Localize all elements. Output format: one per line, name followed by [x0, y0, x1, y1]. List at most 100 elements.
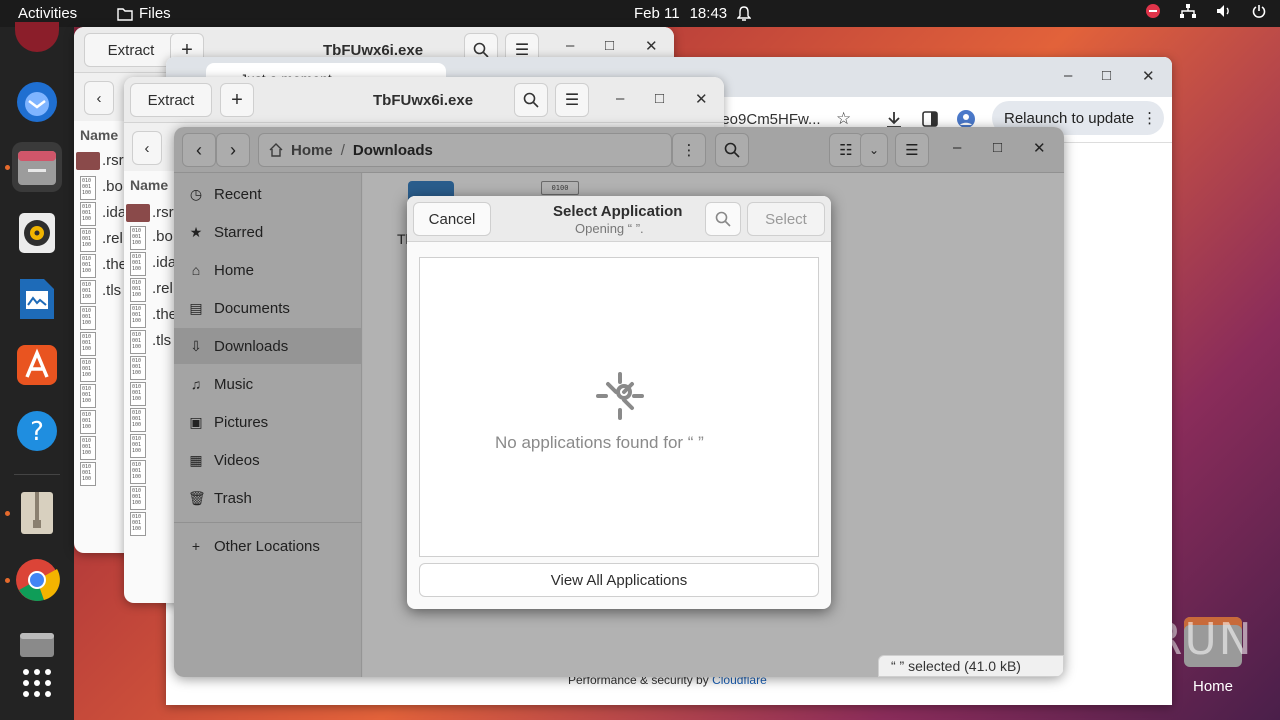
dock-app-center[interactable] [12, 340, 62, 390]
more-vertical-icon: ⋮ [1142, 110, 1158, 127]
search-icon [473, 42, 489, 58]
application-list[interactable]: No applications found for “ ” [419, 257, 819, 557]
back-button[interactable]: ‹ [84, 81, 114, 115]
dock-help[interactable]: ? [12, 406, 62, 456]
minimize-button[interactable]: – [616, 90, 624, 107]
maximize-button[interactable]: □ [605, 37, 614, 54]
binary-file-icon: 010 001 100 [80, 436, 96, 460]
search-button[interactable] [705, 202, 741, 236]
volume-icon [1217, 5, 1229, 17]
system-tray[interactable] [1146, 4, 1266, 18]
search-icon [715, 211, 731, 227]
star-icon[interactable]: ☆ [836, 109, 851, 129]
binary-file-icon: 010 001 100 [130, 434, 146, 458]
binary-file-icon: 010 001 100 [130, 226, 146, 250]
back-button[interactable]: ‹ [132, 131, 162, 165]
close-button[interactable]: ✕ [695, 90, 708, 108]
help-icon: ? [17, 411, 57, 451]
maximize-button[interactable]: □ [655, 90, 664, 107]
clock[interactable]: Feb 11 18:43 [634, 5, 752, 22]
binary-file-icon: 010 001 100 [80, 202, 96, 226]
cancel-button[interactable]: Cancel [413, 202, 491, 236]
file-name: .ida [152, 254, 177, 271]
file-name: .bo [102, 178, 123, 195]
close-button[interactable]: ✕ [645, 37, 658, 55]
close-button[interactable]: ✕ [1142, 67, 1155, 85]
running-indicator [5, 578, 10, 583]
status-text: “ ” selected (41.0 kB) [891, 658, 1021, 674]
dock-thunderbird[interactable] [12, 77, 62, 127]
binary-file-icon: 010 001 100 [130, 460, 146, 484]
show-applications-button[interactable] [12, 658, 62, 708]
folder-icon [126, 204, 150, 222]
dock-archive-manager[interactable] [12, 488, 62, 538]
power-icon [1252, 5, 1266, 18]
status-bar: “ ” selected (41.0 kB) [878, 655, 1064, 677]
url-text[interactable]: jeo9Cm5HFw... [718, 111, 821, 128]
extract-button[interactable]: Extract [130, 83, 212, 117]
binary-file-icon: 010 001 100 [80, 462, 96, 486]
dock-ubuntu-software[interactable] [12, 19, 62, 69]
binary-file-icon: 010 001 100 [130, 356, 146, 380]
maximize-button[interactable]: □ [1102, 67, 1111, 84]
column-header-name[interactable]: Name [80, 127, 118, 143]
file-name: .rsr [102, 152, 124, 169]
running-indicator [5, 511, 10, 516]
binary-file-icon: 010 001 100 [80, 280, 96, 304]
file-name: .bo [152, 228, 173, 245]
binary-file-icon: 010 001 100 [80, 358, 96, 382]
writer-icon [20, 279, 54, 319]
thunderbird-icon [17, 82, 57, 122]
select-application-dialog[interactable]: Cancel Select Application Opening “ ”. S… [407, 196, 831, 609]
clock-date: Feb 11 [634, 5, 680, 22]
dialog-title: Select Application [553, 203, 683, 220]
add-button[interactable]: + [220, 83, 254, 117]
window-title: TbFUwx6i.exe [373, 92, 474, 109]
dock: ? [0, 22, 74, 720]
view-all-applications-button[interactable]: View All Applications [419, 563, 819, 597]
binary-file-icon: 010 001 100 [80, 228, 96, 252]
sidepanel-icon[interactable] [922, 111, 938, 127]
archive-icon [21, 492, 53, 534]
minimize-button[interactable]: – [566, 37, 574, 54]
relaunch-label: Relaunch to update [1004, 109, 1135, 127]
empty-state-text: No applications found for “ ” [495, 433, 704, 452]
dock-files[interactable] [12, 142, 62, 192]
disks-icon [20, 633, 54, 657]
binary-file-icon: 010 001 100 [80, 176, 96, 200]
dock-separator [14, 474, 60, 475]
app-menu-label: Files [139, 5, 171, 22]
binary-file-icon: 010 001 100 [80, 410, 96, 434]
rhythmbox-icon [19, 213, 55, 253]
running-indicator [5, 165, 10, 170]
bell-icon [737, 5, 752, 21]
minimize-button[interactable]: – [1064, 67, 1072, 84]
menu-button[interactable]: ☰ [555, 83, 589, 117]
dock-writer[interactable] [12, 274, 62, 324]
chrome-icon [16, 559, 60, 602]
extract-button[interactable]: Extract [84, 33, 178, 67]
binary-file-icon: 010 001 100 [130, 304, 146, 328]
binary-file-icon: 010 001 100 [130, 486, 146, 510]
app-menu[interactable]: Files [117, 5, 171, 22]
binary-file-icon: 010 001 100 [80, 306, 96, 330]
file-name: .rsr [152, 204, 174, 221]
profile-icon[interactable] [956, 109, 976, 129]
svg-text:?: ? [30, 417, 44, 447]
binary-file-icon: 010 001 100 [80, 332, 96, 356]
binary-file-icon: 010 001 100 [130, 408, 146, 432]
select-button[interactable]: Select [747, 202, 825, 236]
no-apps-icon [596, 372, 644, 420]
binary-file-icon: 010 001 100 [80, 254, 96, 278]
app-center-icon [17, 345, 57, 385]
top-bar: Activities Files Feb 11 18:43 [0, 0, 1280, 27]
dock-rhythmbox[interactable] [12, 208, 62, 258]
column-header-name[interactable]: Name [130, 177, 168, 193]
search-button[interactable] [514, 83, 548, 117]
hamburger-icon: ☰ [564, 92, 580, 109]
dock-chrome[interactable] [12, 555, 62, 605]
file-name: .tls [102, 282, 122, 299]
search-icon [523, 92, 539, 108]
folder-icon [117, 7, 133, 21]
dialog-header: Cancel Select Application Opening “ ”. S… [407, 196, 831, 242]
